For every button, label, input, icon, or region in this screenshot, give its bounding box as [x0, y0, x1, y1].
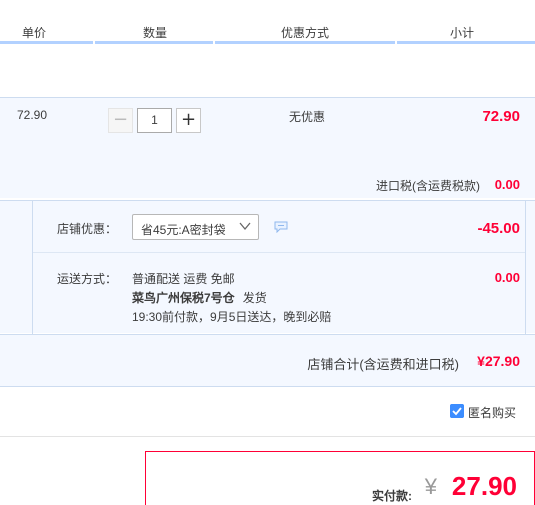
payment-label: 实付款: — [372, 489, 412, 503]
payment-amount: 27.90 — [451, 471, 517, 501]
import-tax-label: 进口税(含运费税款) — [376, 179, 480, 193]
divider — [0, 436, 535, 437]
panel-border — [525, 201, 526, 334]
shipping-method: 普通配送 运费 免邮 — [132, 272, 235, 286]
shop-discount-selected: 省45元:A密封袋 — [141, 223, 226, 237]
shop-total-row: 店铺合计(含运费和进口税) ¥27.90 — [0, 334, 535, 387]
message-icon[interactable] — [274, 221, 288, 233]
unit-price: 72.90 — [17, 108, 48, 122]
column-header-quantity: 数量 — [143, 26, 168, 40]
shop-discount-select[interactable]: 省45元:A密封袋 — [132, 214, 259, 240]
header-divider — [215, 41, 395, 44]
shipping-origin: 菜鸟广州保税7号仓 发货 — [132, 289, 267, 306]
header-divider — [0, 41, 93, 44]
column-header-promo: 优惠方式 — [281, 26, 330, 40]
panel-divider — [33, 252, 525, 253]
shipping-warehouse: 菜鸟广州保税7号仓 — [132, 291, 235, 305]
column-header-subtotal: 小计 — [450, 26, 475, 40]
shop-discount-value: -45.00 — [477, 220, 520, 237]
chevron-down-icon — [239, 222, 251, 231]
item-subtotal: 72.90 — [482, 108, 520, 125]
import-tax-value: 0.00 — [494, 177, 520, 192]
anonymous-purchase-option[interactable]: 匿名购买 — [450, 403, 526, 420]
delivery-promise: 19:30前付款，9月5日送达，晚到必赔 — [132, 310, 332, 324]
shipping-label: 运送方式： — [57, 272, 118, 286]
quantity-input[interactable]: 1 — [137, 108, 172, 133]
panel-border — [32, 201, 33, 334]
shop-discount-label: 店铺优惠： — [57, 222, 118, 236]
decrease-quantity-button[interactable]: − — [108, 108, 133, 133]
header-divider — [397, 41, 535, 44]
column-header-price: 单价 — [22, 26, 47, 40]
header-divider — [95, 41, 213, 44]
checkbox-checked-icon[interactable] — [450, 404, 464, 418]
shop-total-label: 店铺合计(含运费和进口税) — [307, 357, 459, 372]
payment-summary: 实付款: ¥ 27.90 — [145, 451, 535, 505]
shop-total-value: ¥27.90 — [477, 353, 520, 369]
increase-quantity-button[interactable]: + — [176, 108, 201, 133]
promo-text: 无优惠 — [289, 110, 326, 124]
shipping-fee: 0.00 — [494, 270, 520, 285]
table-header: 单价 数量 优惠方式 小计 — [0, 0, 535, 45]
currency-symbol: ¥ — [424, 474, 437, 499]
cart-item-row: 72.90 − 1 + 无优惠 72.90 进口税(含运费税款) 0.00 — [0, 97, 535, 198]
shop-options-panel: 店铺优惠： 省45元:A密封袋 -45.00 运送方式： 普通配送 运费 免邮 … — [0, 200, 535, 334]
shipping-dispatch: 发货 — [242, 291, 267, 305]
anonymous-purchase-label: 匿名购买 — [468, 406, 517, 420]
